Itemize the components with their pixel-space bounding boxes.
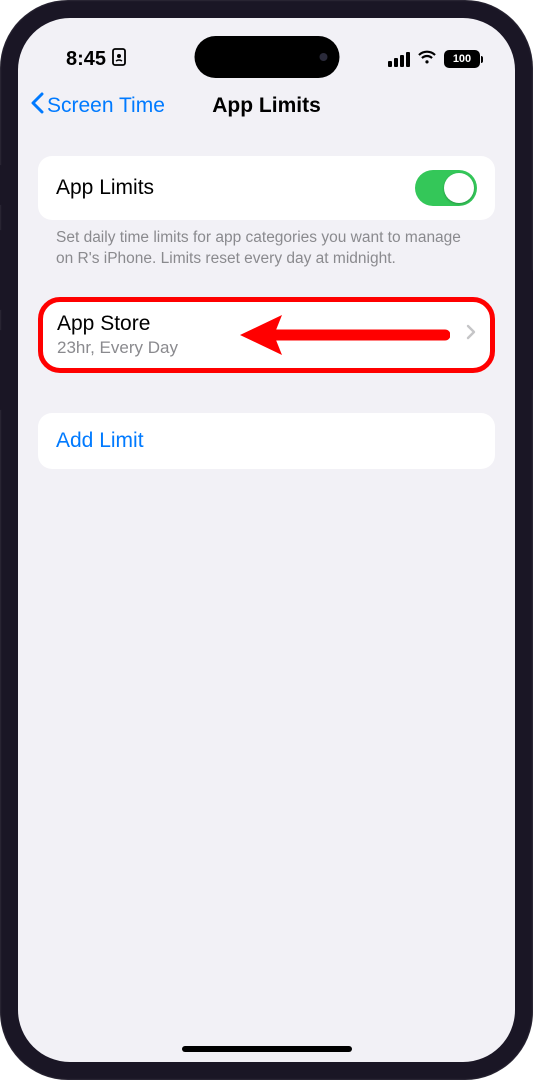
wifi-icon	[417, 48, 437, 71]
battery-icon: 100	[444, 50, 480, 68]
toggle-knob	[444, 173, 474, 203]
dynamic-island	[194, 36, 339, 78]
home-indicator[interactable]	[182, 1046, 352, 1052]
content-area: App Limits Set daily time limits for app…	[18, 134, 515, 469]
limit-item-title: App Store	[57, 312, 178, 336]
chevron-right-icon	[466, 324, 476, 345]
limit-item-group: App Store 23hr, Every Day	[38, 297, 495, 373]
screen: 8:45 100	[18, 18, 515, 1062]
add-limit-group: Add Limit	[38, 413, 495, 469]
page-title: App Limits	[212, 94, 321, 118]
limit-item-app-store[interactable]: App Store 23hr, Every Day	[43, 302, 490, 368]
navigation-bar: Screen Time App Limits	[18, 80, 515, 134]
app-limits-toggle-cell[interactable]: App Limits	[38, 156, 495, 220]
face-id-icon	[112, 48, 126, 70]
silence-switch	[0, 165, 3, 205]
cellular-icon	[388, 52, 410, 67]
app-limits-toggle-label: App Limits	[56, 176, 154, 200]
app-limits-toggle[interactable]	[415, 170, 477, 206]
volume-down-button	[0, 330, 3, 410]
app-limits-toggle-group: App Limits	[38, 156, 495, 220]
add-limit-label: Add Limit	[56, 429, 144, 453]
volume-up-button	[0, 230, 3, 310]
phone-frame: 8:45 100	[0, 0, 533, 1080]
status-time: 8:45	[66, 48, 106, 71]
add-limit-button[interactable]: Add Limit	[38, 413, 495, 469]
back-button[interactable]: Screen Time	[30, 92, 165, 120]
chevron-left-icon	[30, 92, 44, 120]
app-limits-description: Set daily time limits for app categories…	[38, 220, 495, 270]
back-label: Screen Time	[47, 94, 165, 118]
limit-item-subtitle: 23hr, Every Day	[57, 338, 178, 358]
camera-dot	[319, 53, 327, 61]
